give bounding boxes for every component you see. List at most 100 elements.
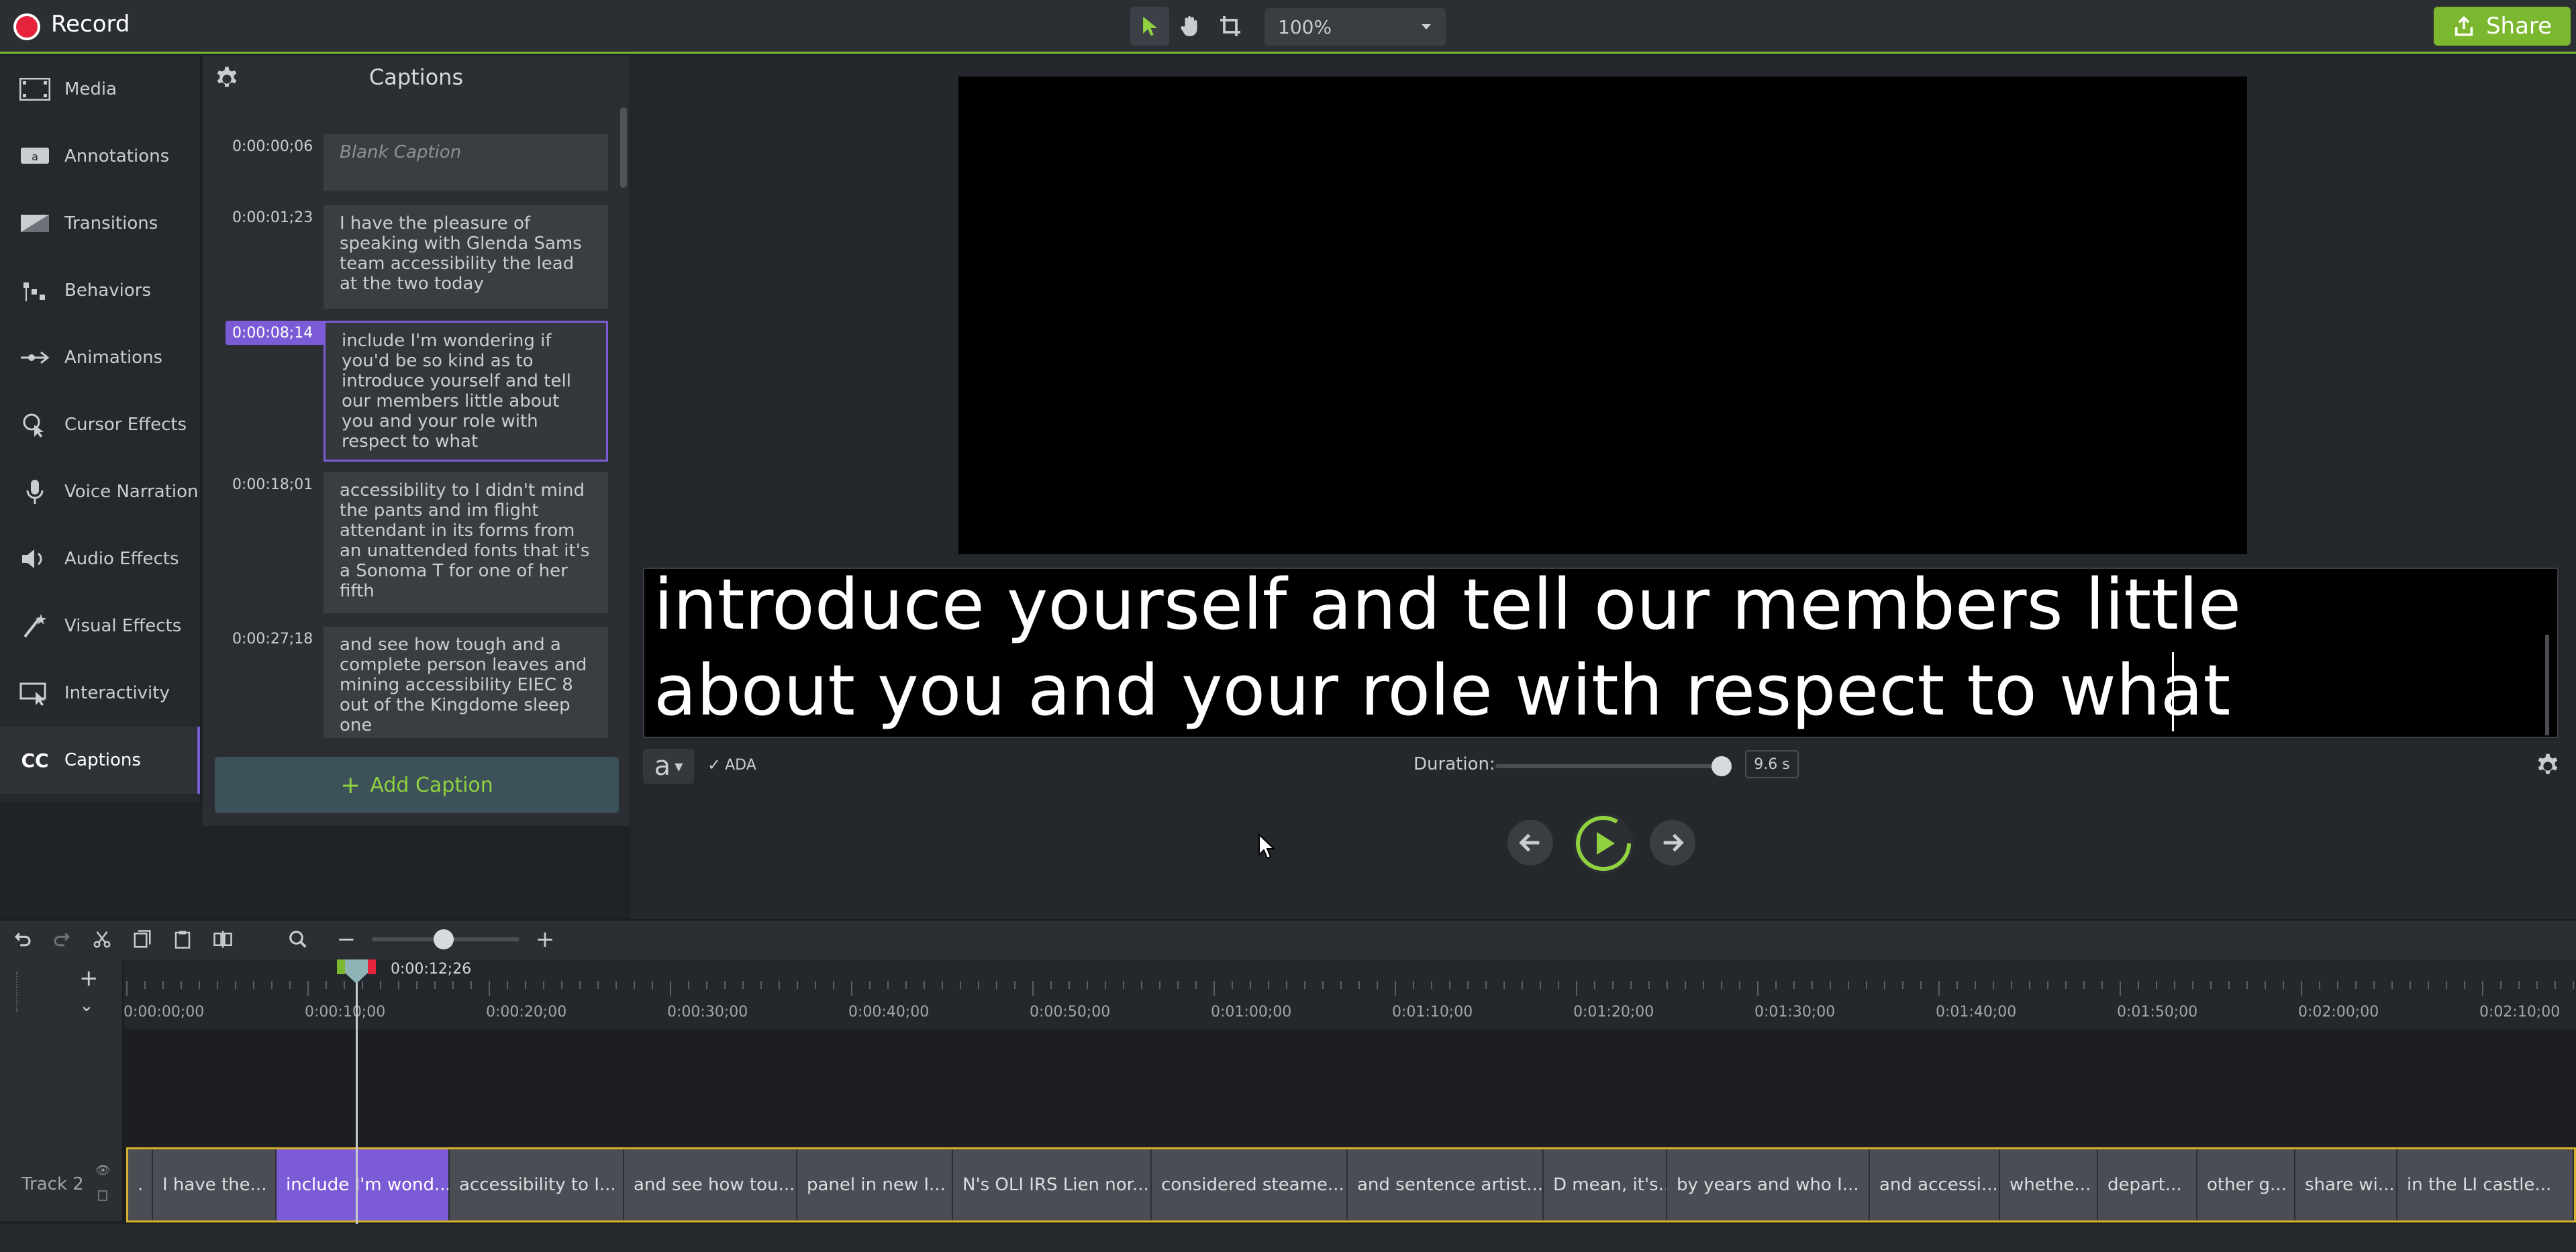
caption-clip[interactable]: share wi... [2295,1149,2397,1220]
paste-icon[interactable] [169,926,196,953]
redo-icon[interactable] [48,926,75,953]
caption-clip[interactable]: I have the... [153,1149,277,1220]
caption-text[interactable]: include I'm wondering if you'd be so kin… [324,321,608,462]
caption-clip[interactable]: D mean, it's... [1544,1149,1667,1220]
add-track-icon[interactable]: + [79,965,99,992]
gear-icon[interactable] [2534,753,2561,780]
gear-icon[interactable] [213,66,240,93]
caption-clip[interactable]: accessibility to I... [450,1149,624,1220]
zoom-dropdown[interactable]: 100% [1265,8,1446,46]
sidebar-item-visual-effects[interactable]: Visual Effects [0,592,200,660]
undo-icon[interactable] [9,926,36,953]
sidebar-item-voice-narration[interactable]: Voice Narration [0,458,200,525]
timeline-tick [1395,981,1396,996]
eye-icon[interactable]: 👁 [95,1163,111,1178]
caption-text[interactable]: I have the pleasure of speaking with Gle… [324,205,608,309]
sidebar-item-cursor-effects[interactable]: Cursor Effects [0,391,200,458]
sidebar-item-media[interactable]: Media [0,56,200,123]
zoom-in-icon[interactable]: + [532,926,558,953]
caption-clip[interactable]: by years and who I... [1667,1149,1870,1220]
timeline-tick [1866,981,1867,989]
play-caption-button[interactable] [1573,813,1634,874]
sidebar-item-audio-effects[interactable]: Audio Effects [0,525,200,592]
record-icon[interactable] [13,13,40,40]
duration-slider-handle[interactable] [1712,756,1732,776]
next-caption-button[interactable] [1650,820,1695,866]
scissors-icon[interactable] [89,926,115,953]
caption-clip[interactable]: and see how tou... [624,1149,797,1220]
timeline-tick [1920,981,1922,989]
timeline-tick [1630,981,1632,989]
timeline-tick [996,981,997,989]
caption-clip[interactable]: N's OLI IRS Lien nor... [953,1149,1152,1220]
timeline-zoom-handle[interactable] [434,929,454,949]
add-caption-button[interactable]: + Add Caption [215,757,619,813]
track-height-slider[interactable] [16,972,27,1012]
caption-clip[interactable]: and accessi... [1870,1149,2000,1220]
timeline-tick-label: 0:00:30;00 [667,1004,748,1021]
previous-caption-button[interactable] [1507,820,1553,866]
caption-clip[interactable]: panel in new I... [797,1149,953,1220]
chevron-down-icon [1422,24,1431,30]
share-button[interactable]: Share [2434,7,2571,46]
select-tool-button[interactable] [1130,7,1169,46]
caption-clip-selected[interactable]: include I'm wond... [277,1149,450,1220]
caption-editor-line-1[interactable]: introduce yourself and tell our members … [654,564,2241,645]
duration-slider[interactable] [1495,764,1724,768]
duration-input[interactable]: 9.6 s [1745,750,1799,778]
video-preview[interactable] [958,76,2247,554]
caption-clip[interactable]: . [128,1149,153,1220]
timeline-tick [960,981,961,989]
chevron-down-icon[interactable]: ⌄ [79,996,94,1016]
playhead-time: 0:00:12;26 [391,961,472,978]
search-icon[interactable] [285,926,311,953]
timeline-tick [2536,981,2538,989]
record-label[interactable]: Record [51,11,130,38]
timeline-tick [1956,981,1958,989]
play-loop-icon [1576,816,1631,871]
timeline-tick [833,981,834,989]
timeline-tick [1141,981,1142,989]
caption-text[interactable]: accessibility to I didn't mind the pants… [324,472,608,613]
caption-editor-line-2[interactable]: about you and your role with respect to … [654,649,2230,731]
sidebar-item-behaviors[interactable]: Behaviors [0,257,200,324]
caption-clip[interactable]: other g... [2197,1149,2295,1220]
ada-compliance-check[interactable]: ✓ ADA [707,755,756,774]
caption-list-scrollbar[interactable] [620,107,627,188]
caption-clip[interactable]: depart... [2098,1149,2197,1220]
timeline-tick [126,981,128,996]
pan-tool-button[interactable] [1171,7,1209,46]
timeline-tick [670,981,671,996]
sidebar-item-captions[interactable]: CC Captions [0,727,200,794]
crop-tool-button[interactable] [1211,7,1250,46]
caption-editor-scrollbar[interactable] [2545,635,2549,735]
timeline-tick-label: 0:01:10;00 [1392,1004,1473,1021]
timeline-tick [1177,981,1179,989]
caption-text[interactable]: and see how tough and a complete person … [324,627,608,738]
sidebar-item-interactivity[interactable]: Interactivity [0,660,200,727]
timeline-tick [2192,981,2193,989]
zoom-out-icon[interactable]: − [333,926,360,953]
caption-text[interactable]: Blank Caption [324,134,608,191]
timeline-tick [2011,981,2012,989]
timeline-tick [199,981,200,989]
lock-icon[interactable] [98,1190,107,1201]
timeline-tick-label: 0:00:00;00 [123,1004,205,1021]
caption-clip[interactable]: considered steame... [1152,1149,1348,1220]
timeline-tick [162,981,164,989]
timeline-tick [1812,981,1813,989]
font-style-dropdown[interactable]: a ▼ [643,749,694,784]
timeline-tick [2482,981,2483,996]
sidebar-item-annotations[interactable]: a Annotations [0,123,200,190]
caption-clip[interactable]: whethe... [2000,1149,2098,1220]
copy-icon[interactable] [129,926,156,953]
timeline-tick [1848,981,1849,989]
split-icon[interactable] [209,926,236,953]
timeline-tick [1612,981,1614,989]
playhead[interactable] [337,959,376,986]
sidebar-item-transitions[interactable]: Transitions [0,190,200,257]
sidebar-item-animations[interactable]: Animations [0,324,200,391]
caption-clip[interactable]: and sentence artist... [1348,1149,1544,1220]
caption-clip[interactable]: in the LI castle... [2397,1149,2574,1220]
caption-timestamp: 0:00:01;23 [232,209,313,226]
